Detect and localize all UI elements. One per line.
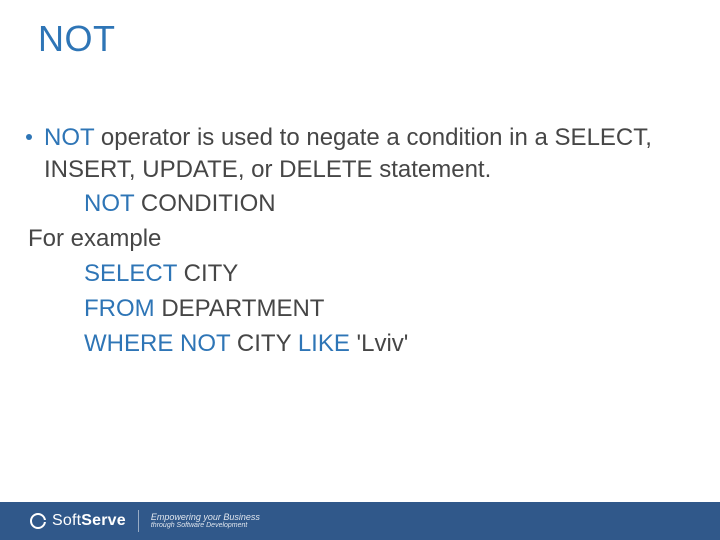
keyword-not: NOT [44, 124, 94, 151]
syntax-line: NOT CONDITION [26, 187, 690, 222]
keyword-not: NOT [84, 190, 134, 217]
footer-brand: SoftServe [52, 512, 126, 530]
slide-title: NOT [38, 18, 116, 60]
sql-line-2: FROM DEPARTMENT [26, 292, 690, 327]
bullet-text: operator is used to negate a condition i… [44, 124, 652, 183]
sql-rest: CITY [177, 260, 238, 287]
brand-prefix: Soft [52, 512, 81, 529]
sql-rest: DEPARTMENT [155, 295, 325, 322]
sql-line-1: SELECT CITY [26, 257, 690, 292]
sql-line-3: WHERE NOT CITY LIKE 'Lviv' [26, 327, 690, 362]
footer-bar: SoftServe Empowering your Business throu… [0, 502, 720, 540]
keyword-where-not: WHERE NOT [84, 330, 230, 357]
bullet-item: NOT operator is used to negate a conditi… [26, 122, 690, 185]
tagline-line-2: through Software Development [151, 522, 260, 530]
keyword-select: SELECT [84, 260, 177, 287]
example-label: For example [26, 222, 690, 257]
brand-suffix: Serve [81, 512, 126, 529]
footer-tagline: Empowering your Business through Softwar… [151, 512, 260, 530]
keyword-from: FROM [84, 295, 155, 322]
syntax-rest: CONDITION [134, 190, 275, 217]
sql-mid: CITY [230, 330, 298, 357]
softserve-icon [30, 513, 46, 529]
slide-content: NOT operator is used to negate a conditi… [26, 122, 690, 361]
keyword-like: LIKE [298, 330, 350, 357]
footer-logo: SoftServe [30, 512, 126, 530]
bullet-dot-icon [26, 134, 32, 140]
sql-rest: 'Lviv' [350, 330, 409, 357]
footer-divider [138, 510, 139, 532]
tagline-line-1: Empowering your Business [151, 512, 260, 522]
